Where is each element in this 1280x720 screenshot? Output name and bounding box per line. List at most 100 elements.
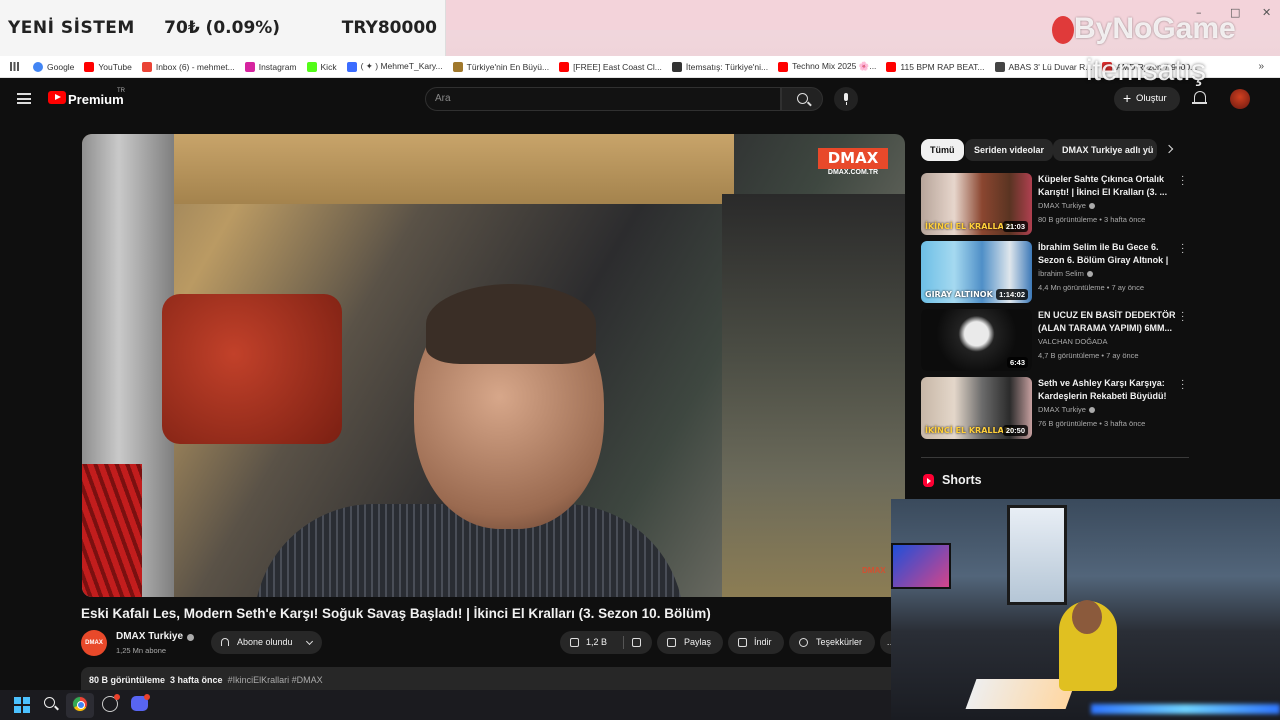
recommendation-channel[interactable]: DMAX Turkiye [1038, 201, 1095, 210]
like-dislike-group[interactable]: 1,2 B [560, 631, 652, 654]
bookmark-item[interactable]: AMD Ryzen 7 9000... [1102, 61, 1197, 72]
chrome-icon[interactable] [72, 696, 88, 712]
avatar[interactable] [1230, 89, 1250, 109]
subscribe-button[interactable]: Abone olundu [211, 631, 322, 654]
recommendation-item[interactable]: İKİNCİ EL KRALLARI 21:03 Küpeler Sahte Ç… [921, 172, 1191, 235]
bookmark-gmail[interactable]: Inbox (6) - mehmet... [141, 61, 235, 72]
video-title: Eski Kafalı Les, Modern Seth'e Karşı! So… [81, 606, 711, 621]
create-button[interactable]: Oluştur [1114, 86, 1180, 111]
hashtags[interactable]: #IkinciElKrallari #DMAX [228, 675, 323, 685]
bookmark-item[interactable]: ABAS 3' Lü Duvar R... [994, 61, 1092, 72]
verified-icon [1088, 407, 1095, 414]
recommendation-item[interactable]: İKİNCİ EL KRALLARI 20:50 Seth ve Ashley … [921, 376, 1191, 439]
verified-icon [187, 634, 194, 641]
share-button[interactable]: Paylaş [657, 631, 723, 654]
download-button[interactable]: İndir [728, 631, 784, 654]
chip-series[interactable]: Seriden videolar [965, 139, 1054, 161]
bookmark-youtube[interactable]: YouTube [84, 61, 132, 72]
mic-icon[interactable] [834, 87, 858, 111]
channel-watermark: DMAX DMAX.COM.TR [818, 148, 888, 182]
close-button[interactable]: ✕ [1262, 6, 1271, 19]
recommendation-title[interactable]: EN UCUZ EN BASİT DEDEKTÖR (ALAN TARAMA Y… [1038, 309, 1176, 334]
banner-price: 70₺ (0.09%) [164, 18, 281, 38]
share-icon [667, 638, 676, 647]
video-thumbnail[interactable]: İKİNCİ EL KRALLARI 20:50 [921, 377, 1032, 439]
duration-badge: 21:03 [1002, 221, 1028, 232]
windows-start-icon[interactable] [14, 697, 30, 713]
instagram-icon [244, 61, 255, 72]
bookmark-kick[interactable]: Kick [306, 61, 337, 72]
chevron-right-icon[interactable] [1164, 144, 1174, 154]
thumbs-down-icon[interactable] [632, 638, 641, 647]
banner-symbol: TRY80000 [341, 18, 437, 38]
more-vert-icon[interactable]: · · · [1181, 308, 1184, 326]
channel-avatar[interactable]: DMAX [81, 630, 107, 656]
chip-all[interactable]: Tümü [921, 139, 964, 161]
duration-badge: 20:50 [1002, 425, 1028, 436]
recommendation-item[interactable]: GIRAY ALTINOK 1:14:02 İbrahim Selim ile … [921, 240, 1191, 303]
recommendation-title[interactable]: Seth ve Ashley Karşı Karşıya: Kardeşleri… [1038, 377, 1176, 402]
youtube-icon [84, 61, 95, 72]
corner-watermark: DMAX [862, 566, 886, 575]
bookmark-item[interactable]: İtemsatış: Türkiye'ni... [671, 61, 768, 72]
channel-name[interactable]: DMAX Turkiye [116, 631, 183, 642]
premium-label[interactable]: Premium [68, 92, 124, 107]
shorts-icon [923, 474, 934, 487]
chip-channel[interactable]: DMAX Turkiye adlı yü [1053, 139, 1157, 161]
video-thumbnail[interactable]: İKİNCİ EL KRALLARI 21:03 [921, 173, 1032, 235]
more-vert-icon[interactable]: · · · [1181, 376, 1184, 394]
thanks-icon [799, 638, 808, 647]
bookmark-item[interactable]: 115 BPM RAP BEAT... [886, 61, 985, 72]
notifications-icon[interactable] [1192, 91, 1207, 104]
more-vert-icon[interactable]: · · · [1181, 240, 1184, 258]
bookmark-icon [994, 61, 1005, 72]
bookmark-instagram[interactable]: Instagram [244, 61, 297, 72]
youtube-logo-icon[interactable] [48, 91, 66, 104]
divider [921, 457, 1189, 458]
video-thumbnail[interactable]: 6:43 [921, 309, 1032, 371]
bookmark-item[interactable]: Techno Mix 2025 🌸... [778, 61, 876, 72]
minimize-button[interactable]: – [1196, 6, 1202, 19]
maximize-button[interactable]: □ [1230, 6, 1240, 19]
search-button[interactable] [781, 87, 823, 111]
region-code: TR [117, 88, 125, 94]
duration-badge: 6:43 [1006, 357, 1028, 368]
recommendation-channel[interactable]: DMAX Turkiye [1038, 405, 1095, 414]
recommendation-meta: 76 B görüntüleme • 3 hafta önce [1038, 419, 1146, 428]
recommendation-channel[interactable]: VALCHAN DOĞADA [1038, 337, 1107, 346]
notification-badge [114, 694, 120, 700]
recommendation-title[interactable]: Küpeler Sahte Çıkınca Ortalık Karıştı! |… [1038, 173, 1176, 198]
video-player[interactable]: DMAX DMAX.COM.TR DMAX [82, 134, 905, 597]
more-bookmarks-button[interactable]: » [1258, 61, 1264, 72]
verified-icon [1088, 203, 1095, 210]
subscriber-count: 1,25 Mn abone [116, 646, 167, 655]
chevron-down-icon [305, 637, 314, 646]
screen: – □ ✕ YENİ SİSTEM 70₺ (0.09%) TRY80000 G… [0, 0, 1280, 720]
verified-icon [1086, 271, 1093, 278]
like-count: 1,2 B [586, 637, 608, 647]
view-count: 80 B görüntüleme [89, 675, 166, 685]
youtube-icon [778, 61, 789, 72]
search-input[interactable]: Ara [425, 87, 781, 111]
bookmark-icon [452, 61, 463, 72]
bookmark-item[interactable]: [FREE] East Coast Cl... [559, 61, 662, 72]
thanks-button[interactable]: Teşekkürler [789, 631, 875, 654]
menu-icon[interactable] [17, 93, 31, 104]
apps-icon[interactable] [10, 62, 19, 71]
video-thumbnail[interactable]: GIRAY ALTINOK 1:14:02 [921, 241, 1032, 303]
bookmark-google[interactable]: Google [33, 61, 74, 72]
recommendation-meta: 4,7 B görüntüleme • 7 ay önce [1038, 351, 1139, 360]
recommendation-item[interactable]: 6:43 EN UCUZ EN BASİT DEDEKTÖR (ALAN TAR… [921, 308, 1191, 371]
tab-strip[interactable] [446, 0, 1280, 30]
thumbs-up-icon[interactable] [570, 638, 579, 647]
more-vert-icon[interactable]: · · · [1181, 172, 1184, 190]
bookmark-item[interactable]: Türkiye'nin En Büyü... [452, 61, 549, 72]
recommendation-meta: 80 B görüntüleme • 3 hafta önce [1038, 215, 1146, 224]
bookmarks-bar: Google YouTube Inbox (6) - mehmet... Ins… [0, 56, 1280, 78]
recommendation-title[interactable]: İbrahim Selim ile Bu Gece 6. Sezon 6. Bö… [1038, 241, 1176, 266]
recommendation-channel[interactable]: İbrahim Selim [1038, 269, 1093, 278]
duration-badge: 1:14:02 [996, 289, 1028, 300]
webcam-overlay [891, 499, 1280, 720]
search-icon[interactable] [44, 697, 55, 708]
bookmark-item[interactable]: ( ✦ ) MehmeT_Kary... [346, 61, 443, 72]
